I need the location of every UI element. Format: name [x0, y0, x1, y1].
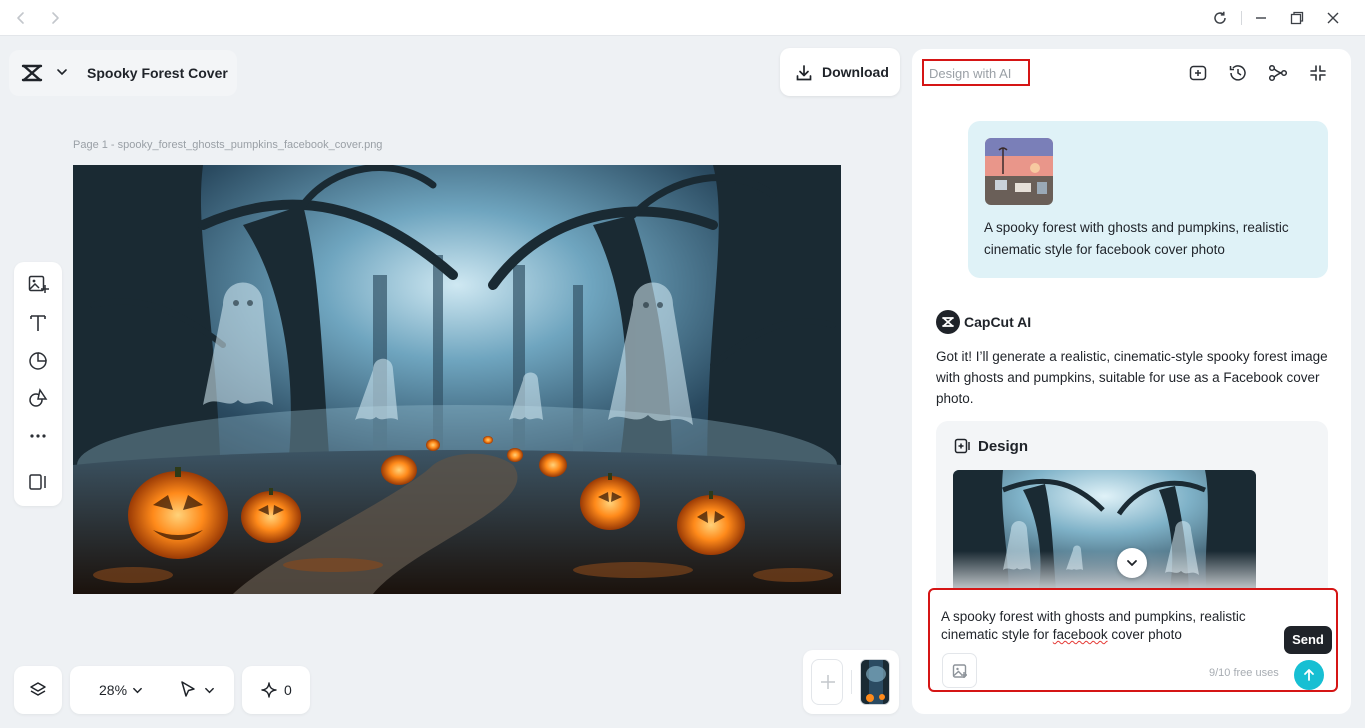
- sparkle-icon: [261, 682, 277, 698]
- project-menu[interactable]: Spooky Forest Cover: [9, 50, 237, 96]
- zoom-controls: 28%: [70, 666, 234, 714]
- new-chat-icon[interactable]: [1188, 63, 1208, 83]
- chevron-down-icon[interactable]: [132, 685, 143, 696]
- shapes-icon[interactable]: [27, 387, 49, 409]
- layers-icon: [29, 681, 47, 699]
- attach-image-button[interactable]: [942, 653, 977, 688]
- ai-name: CapCut AI: [964, 314, 1032, 330]
- user-message-text: A spooky forest with ghosts and pumpkins…: [984, 220, 1289, 257]
- titlebar-divider: [1241, 11, 1242, 25]
- pages-strip: [803, 650, 899, 714]
- chevron-down-icon[interactable]: [56, 66, 68, 78]
- download-label: Download: [822, 64, 889, 80]
- page-thumbnail[interactable]: [860, 659, 890, 705]
- capcut-logo-icon: [21, 63, 43, 83]
- free-uses-counter: 9/10 free uses: [1209, 667, 1279, 679]
- side-panel-icon[interactable]: [27, 471, 49, 493]
- design-icon: [953, 437, 971, 455]
- refresh-icon[interactable]: [1211, 9, 1229, 27]
- chevron-down-icon: [1125, 556, 1139, 570]
- prompt-input[interactable]: A spooky forest with ghosts and pumpkins…: [928, 588, 1338, 692]
- ai-credits-count: 0: [284, 682, 292, 698]
- window-titlebar: [0, 0, 1365, 36]
- download-button[interactable]: Download: [780, 48, 900, 96]
- collapse-icon[interactable]: [1308, 63, 1328, 83]
- download-icon: [795, 64, 813, 82]
- back-icon[interactable]: [12, 9, 30, 27]
- close-icon[interactable]: [1324, 9, 1342, 27]
- panel-title: Design with AI: [922, 59, 1030, 86]
- expand-button[interactable]: [1117, 548, 1147, 578]
- more-icon[interactable]: [27, 425, 49, 447]
- ai-reply-text: Got it! I’ll generate a realistic, cinem…: [936, 349, 1328, 406]
- send-button[interactable]: [1294, 660, 1324, 690]
- design-result-card[interactable]: Design: [936, 421, 1328, 601]
- page-label: Page 1 - spooky_forest_ghosts_pumpkins_f…: [73, 139, 383, 151]
- restore-icon[interactable]: [1288, 9, 1306, 27]
- prompt-text[interactable]: A spooky forest with ghosts and pumpkins…: [941, 608, 1296, 644]
- design-canvas[interactable]: [73, 165, 841, 594]
- plus-icon: [818, 672, 838, 692]
- element-icon[interactable]: [27, 350, 49, 372]
- image-upload-icon[interactable]: [27, 273, 49, 295]
- chevron-down-icon[interactable]: [204, 685, 215, 696]
- user-message: A spooky forest with ghosts and pumpkins…: [968, 121, 1328, 278]
- text-icon[interactable]: [27, 312, 49, 334]
- left-toolbar: [14, 262, 62, 506]
- share-icon[interactable]: [1268, 63, 1288, 83]
- design-label: Design: [978, 438, 1029, 455]
- arrow-up-icon: [1302, 668, 1316, 682]
- ai-credits-button[interactable]: 0: [242, 666, 310, 714]
- spooky-forest-image: [73, 165, 841, 594]
- forward-icon[interactable]: [46, 9, 64, 27]
- misspelled-word: facebook: [1052, 627, 1108, 642]
- image-add-icon: [951, 662, 969, 680]
- reference-image-thumbnail[interactable]: [985, 138, 1053, 205]
- history-icon[interactable]: [1228, 63, 1248, 83]
- minimize-icon[interactable]: [1252, 9, 1270, 27]
- add-page-button[interactable]: [811, 659, 843, 705]
- strip-divider: [851, 670, 852, 694]
- design-preview-image[interactable]: [953, 470, 1256, 601]
- capcut-ai-avatar: [936, 310, 960, 334]
- pointer-icon[interactable]: [179, 680, 197, 698]
- send-tooltip: Send: [1284, 626, 1332, 654]
- project-title[interactable]: Spooky Forest Cover: [87, 65, 228, 81]
- zoom-level[interactable]: 28%: [99, 682, 127, 698]
- layers-button[interactable]: [14, 666, 62, 714]
